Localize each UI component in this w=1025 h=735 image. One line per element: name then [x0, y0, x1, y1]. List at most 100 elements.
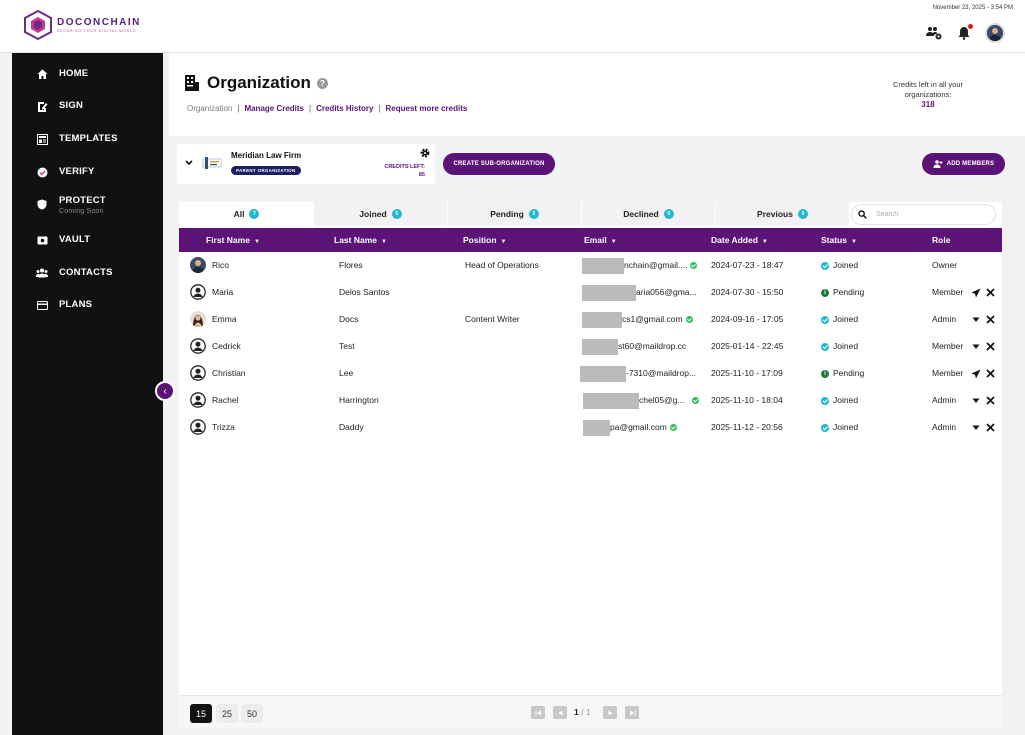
breadcrumb-current: Organization — [187, 104, 233, 113]
bell-icon[interactable] — [955, 24, 973, 42]
next-page-button[interactable] — [603, 706, 617, 719]
gear-icon[interactable] — [420, 148, 430, 158]
table-row[interactable]: Maria Delos Santos aria056@gma... 2024-0… — [179, 279, 1002, 306]
tab-declined[interactable]: Declined 0 — [581, 202, 715, 226]
column-position[interactable]: Position ▼ — [463, 228, 506, 252]
role-cell: Member — [932, 368, 964, 378]
status-text: Joined — [833, 422, 859, 432]
column-label: Position — [463, 235, 497, 245]
logo[interactable]: DOCONCHAIN SECURING YOUR DIGITAL WORLD — [24, 10, 141, 40]
last-page-button[interactable] — [625, 706, 639, 719]
tab-pending[interactable]: Pending 2 — [447, 202, 581, 226]
first-page-button[interactable] — [531, 706, 545, 719]
page-size-50[interactable]: 50 — [241, 704, 263, 723]
sidebar-collapse-button[interactable]: ‹ — [155, 381, 175, 401]
page-indicator: 1 / 1 — [574, 706, 591, 719]
sort-caret-icon: ▼ — [610, 239, 617, 245]
column-label: Email — [584, 235, 607, 245]
role-cell: Owner — [932, 260, 958, 270]
last-name-cell: Lee — [339, 368, 354, 378]
column-label: Status — [821, 235, 847, 245]
email-cell: pa@gmail.com — [583, 414, 677, 441]
next-page-icon — [608, 710, 612, 715]
column-first-name[interactable]: First Name ▼ — [206, 228, 260, 252]
remove-member-icon[interactable] — [985, 315, 995, 325]
role-cell: Member — [932, 341, 964, 351]
search-input[interactable] — [876, 211, 986, 218]
help-icon[interactable]: ? — [316, 77, 328, 89]
pending-status-icon: i — [821, 288, 829, 297]
table-row[interactable]: Cedrick Test st60@maildrop.cc 2025-01-14… — [179, 333, 1002, 360]
sidebar-item-label: VAULT — [59, 234, 91, 245]
sidebar-item-home[interactable]: HOME — [12, 67, 163, 93]
email-cell: chel05@g... — [583, 387, 699, 414]
date-added-cell: 2025-11-12 - 20:56 — [711, 422, 783, 432]
team-settings-icon[interactable] — [925, 24, 943, 42]
status-text: Joined — [833, 341, 859, 351]
role-dropdown-icon[interactable] — [971, 396, 981, 406]
total-credits-value: 318 — [921, 100, 935, 109]
table-row[interactable]: Christian Lee -7310@maildrop... 2025-11-… — [179, 360, 1002, 387]
page-size-15[interactable]: 15 — [190, 704, 212, 723]
logo-name: DOCONCHAIN — [57, 17, 141, 28]
sidebar-item-plans[interactable]: PLANS — [12, 298, 163, 324]
sidebar-item-protect[interactable]: PROTECT Coming Soon — [12, 194, 163, 224]
page-size-25[interactable]: 25 — [216, 704, 238, 723]
sidebar-item-templates[interactable]: TEMPLATES — [12, 132, 163, 158]
sidebar-item-vault[interactable]: VAULT — [12, 233, 163, 259]
table-row[interactable]: Rico Flores Head of Operations nchain@gm… — [179, 252, 1002, 279]
column-email[interactable]: Email ▼ — [584, 228, 617, 252]
credits-history-link[interactable]: Credits History — [316, 104, 373, 113]
remove-member-icon[interactable] — [985, 423, 995, 433]
column-label: Last Name — [334, 235, 377, 245]
org-credits: CREDITS LEFT: 85 — [384, 163, 425, 179]
redacted-block — [580, 365, 626, 382]
add-user-icon — [933, 160, 943, 168]
resend-invite-icon[interactable] — [971, 369, 981, 379]
date-added-cell: 2025-11-10 - 17:09 — [711, 368, 783, 378]
tab-label: Declined — [623, 209, 659, 219]
vault-icon — [36, 234, 48, 246]
resend-invite-icon[interactable] — [971, 288, 981, 298]
column-status[interactable]: Status ▼ — [821, 228, 857, 252]
remove-member-icon[interactable] — [985, 288, 995, 298]
tab-all[interactable]: All 7 — [179, 202, 313, 226]
sidebar-item-verify[interactable]: VERIFY — [12, 165, 163, 191]
user-avatar[interactable] — [985, 23, 1005, 43]
table-row[interactable]: Trizza Daddy pa@gmail.com 2025-11-12 - 2… — [179, 414, 1002, 441]
remove-member-icon[interactable] — [985, 369, 995, 379]
remove-member-icon[interactable] — [985, 342, 995, 352]
column-last-name[interactable]: Last Name ▼ — [334, 228, 387, 252]
tab-previous[interactable]: Previous 0 — [715, 202, 849, 226]
role-dropdown-icon[interactable] — [971, 423, 981, 433]
tab-joined[interactable]: Joined 5 — [313, 202, 447, 226]
chevron-down-icon[interactable] — [185, 158, 193, 168]
sign-icon — [36, 100, 48, 112]
prev-page-button[interactable] — [553, 706, 567, 719]
column-date-added[interactable]: Date Added ▼ — [711, 228, 768, 252]
joined-status-icon — [821, 396, 829, 405]
table-row[interactable]: Rachel Harrington chel05@g... 2025-11-10… — [179, 387, 1002, 414]
home-icon — [36, 68, 48, 80]
manage-credits-link[interactable]: Manage Credits — [244, 104, 304, 113]
status-cell: i Pending — [821, 279, 864, 306]
role-dropdown-icon[interactable] — [971, 342, 981, 352]
table-row[interactable]: Emma Docs Content Writer cs1@gmail.com 2… — [179, 306, 1002, 333]
sort-caret-icon: ▼ — [850, 239, 857, 245]
sidebar-item-contacts[interactable]: CONTACTS — [12, 266, 163, 292]
last-name-cell: Harrington — [339, 395, 379, 405]
sidebar-item-sign[interactable]: SIGN — [12, 99, 163, 125]
first-name-cell: Maria — [212, 287, 234, 297]
role-dropdown-icon[interactable] — [971, 315, 981, 325]
add-members-button[interactable]: ADD MEMBERS — [922, 153, 1005, 175]
joined-status-icon — [821, 423, 829, 432]
remove-member-icon[interactable] — [985, 396, 995, 406]
redacted-block — [582, 311, 622, 328]
role-cell: Admin — [932, 395, 957, 405]
create-sub-org-button[interactable]: CREATE SUB-ORGANIZATION — [443, 153, 555, 175]
chevron-left-icon: ‹ — [163, 385, 167, 397]
email-cell: -7310@maildrop... — [580, 360, 696, 387]
email-text: cs1@gmail.com — [622, 314, 683, 324]
request-credits-link[interactable]: Request more credits — [386, 104, 468, 113]
shield-icon — [36, 198, 48, 210]
